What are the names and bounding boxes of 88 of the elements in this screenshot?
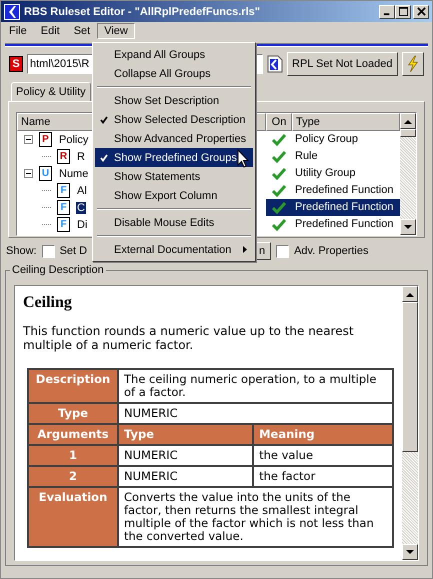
checkbox[interactable] — [42, 244, 55, 258]
scroll-up-icon[interactable] — [402, 286, 418, 302]
table-cell: NUMERIC — [118, 445, 254, 466]
check-icon[interactable] — [272, 202, 286, 214]
cursor-icon — [237, 149, 249, 168]
column-header[interactable]: Type — [292, 113, 400, 131]
check-icon[interactable] — [272, 134, 286, 146]
check-icon[interactable] — [272, 150, 286, 162]
status-button[interactable]: RPL Set Not Loaded — [287, 52, 398, 76]
type-cell-text: Utility Group — [294, 166, 357, 181]
table-cell: the value — [253, 445, 393, 466]
close-button[interactable] — [413, 4, 429, 18]
table-label-cell: Evaluation — [28, 487, 118, 547]
close-icon — [416, 7, 426, 16]
maximize-button[interactable] — [395, 4, 411, 18]
menu-option[interactable]: Show Export Column — [95, 186, 253, 205]
collapse-icon[interactable] — [24, 135, 33, 144]
node-icon: F — [57, 217, 70, 232]
show-label: Show: — [6, 245, 37, 257]
menu-option[interactable]: Expand All Groups — [95, 45, 253, 64]
menu-option[interactable]: Show Selected Description — [95, 110, 253, 129]
table-cell: the factor — [253, 466, 393, 487]
scrollbar-thumb[interactable] — [400, 129, 416, 137]
menu-item[interactable]: Edit — [34, 23, 67, 39]
node-icon: P — [39, 132, 52, 147]
menu-item[interactable]: View — [97, 23, 135, 39]
type-cell-text: Predefined Function — [294, 183, 394, 198]
collapse-icon[interactable] — [24, 169, 33, 178]
node-name[interactable]: Al — [76, 184, 88, 196]
menu-option[interactable]: Show Set Description — [95, 91, 253, 110]
scroll-up-icon[interactable] — [400, 113, 416, 129]
minimize-button[interactable] — [379, 4, 395, 18]
node-name[interactable]: Nume — [58, 168, 90, 180]
table-cell: The ceiling numeric operation, to a multiple of a factor. — [118, 369, 393, 403]
node-icon: U — [39, 166, 52, 181]
run-button[interactable] — [402, 52, 424, 76]
table-label-cell: 2 — [28, 466, 118, 487]
checkbox[interactable] — [276, 244, 290, 258]
menu-option[interactable]: External Documentation — [95, 240, 253, 259]
table-cell: NUMERIC — [118, 403, 393, 424]
window-title: RBS Ruleset Editor - "AllRplPredefFuncs.rls" — [24, 6, 261, 18]
node-name[interactable]: C — [76, 202, 86, 214]
type-cell-text: Predefined Function — [294, 217, 394, 232]
document-icon[interactable] — [267, 55, 283, 73]
heading: Ceiling — [23, 294, 73, 312]
type-cell-text: Rule — [294, 149, 319, 164]
check-icon[interactable] — [272, 168, 286, 180]
table-cell: Converts the value into the units of the factor, then returns the smallest integral multiple of the factor which is not less than the converted value. — [118, 487, 393, 547]
node-icon: R — [57, 149, 70, 164]
node-name[interactable]: Di — [76, 218, 88, 230]
table-header-cell: Type — [118, 424, 254, 445]
scrollbar-thumb[interactable] — [402, 302, 418, 452]
menu-option[interactable]: Show Advanced Properties — [95, 129, 253, 148]
node-name[interactable]: R — [76, 150, 86, 162]
check-icon[interactable] — [272, 218, 286, 230]
menu-option[interactable]: Show Predefined Groups — [95, 148, 253, 167]
set-icon: S — [9, 56, 23, 72]
type-cell-text: Policy Group — [294, 132, 359, 147]
table-label-cell: Type — [28, 403, 118, 424]
group-title: Ceiling Description — [10, 264, 106, 276]
menu-item[interactable]: File — [2, 23, 34, 39]
type-cell: Predefined Function — [292, 199, 400, 216]
node-name[interactable]: Policy — [58, 134, 90, 146]
table-header-cell: Meaning — [253, 424, 393, 445]
scroll-down-icon[interactable] — [402, 544, 418, 560]
check-icon[interactable] — [272, 184, 286, 196]
lightning-icon — [406, 55, 420, 73]
menu-option[interactable]: Show Statements — [95, 167, 253, 186]
app-icon — [4, 4, 20, 20]
table-label-cell: 1 — [28, 445, 118, 466]
menu-item[interactable]: Set — [66, 23, 98, 39]
node-icon: F — [57, 200, 70, 215]
node-icon: F — [57, 183, 70, 198]
table-label-cell: Description — [28, 369, 118, 403]
menu-option[interactable]: Collapse All Groups — [95, 64, 253, 83]
submenu-arrow-icon — [243, 246, 247, 253]
column-header[interactable]: On — [266, 113, 292, 131]
tab[interactable]: Policy & Utility — [11, 82, 91, 101]
checkbox-label: Adv. Properties — [294, 245, 368, 257]
menu-option[interactable]: Disable Mouse Edits — [95, 213, 253, 232]
scrollbar[interactable] — [402, 286, 418, 560]
scroll-down-icon[interactable] — [400, 219, 416, 235]
table-label-cell: Arguments — [28, 424, 118, 445]
maximize-icon — [398, 7, 408, 16]
checkbox-label: Set D — [60, 245, 88, 257]
scrollbar[interactable] — [400, 113, 416, 235]
table-cell: NUMERIC — [118, 466, 254, 487]
paragraph: This function rounds a numeric value up to the nearest multiple of a numeric factor. — [23, 324, 355, 352]
